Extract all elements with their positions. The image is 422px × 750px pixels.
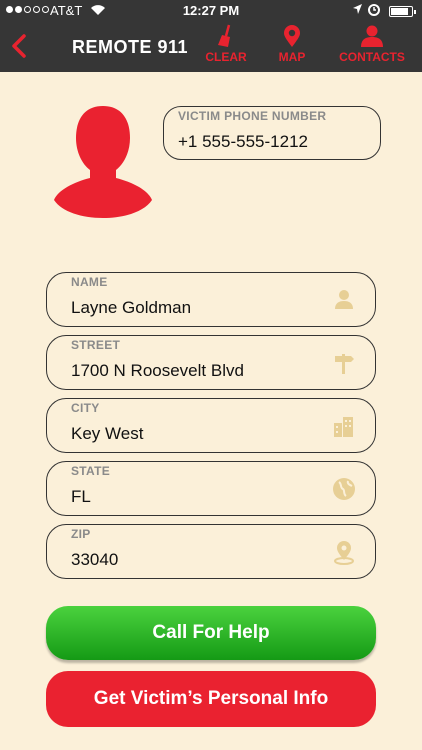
state-label: STATE [71,464,111,478]
signpost-icon [335,354,354,374]
state-value: FL [71,487,91,506]
victim-phone-value: +1 555-555-1212 [178,132,308,151]
back-chevron-icon[interactable] [8,32,32,60]
broom-icon [218,24,231,47]
contact-person-icon [361,25,383,47]
street-field[interactable]: STREET 1700 N Roosevelt Blvd [46,335,376,390]
person-icon [335,290,353,309]
victim-avatar-icon [54,104,152,218]
alarm-clock-icon [367,2,381,19]
buildings-icon [334,417,353,437]
battery-icon [389,6,416,17]
clear-label: CLEAR [205,50,247,64]
name-field[interactable]: NAME Layne Goldman [46,272,376,327]
victim-phone-label: VICTIM PHONE NUMBER [178,109,327,123]
clear-button[interactable]: CLEAR [203,24,249,64]
get-victim-info-button[interactable]: Get Victim’s Personal Info [46,671,376,727]
map-button[interactable]: MAP [270,24,314,64]
location-pin-icon [334,541,354,565]
globe-icon [333,478,355,500]
city-label: CITY [71,401,100,415]
contacts-button[interactable]: CONTACTS [334,24,410,64]
status-bar: AT&T 12:27 PM [0,0,422,22]
zip-value: 33040 [71,550,119,569]
map-pin-icon [284,25,300,47]
zip-label: ZIP [71,527,91,541]
contacts-label: CONTACTS [339,50,405,64]
page-title: REMOTE 911 [72,37,189,57]
city-field[interactable]: CITY Key West [46,398,376,453]
state-field[interactable]: STATE FL [46,461,376,516]
map-label: MAP [278,50,306,64]
name-value: Layne Goldman [71,298,192,317]
zip-field[interactable]: ZIP 33040 [46,524,376,579]
city-value: Key West [71,424,144,443]
name-label: NAME [71,275,108,289]
street-label: STREET [71,338,121,352]
victim-phone-field[interactable]: VICTIM PHONE NUMBER +1 555-555-1212 [163,106,381,160]
call-for-help-button[interactable]: Call For Help [46,606,376,660]
top-header: AT&T 12:27 PM REMOTE 911 CLEAR MAP CONTA… [0,0,422,72]
street-value: 1700 N Roosevelt Blvd [71,361,244,380]
location-arrow-icon [352,3,363,18]
